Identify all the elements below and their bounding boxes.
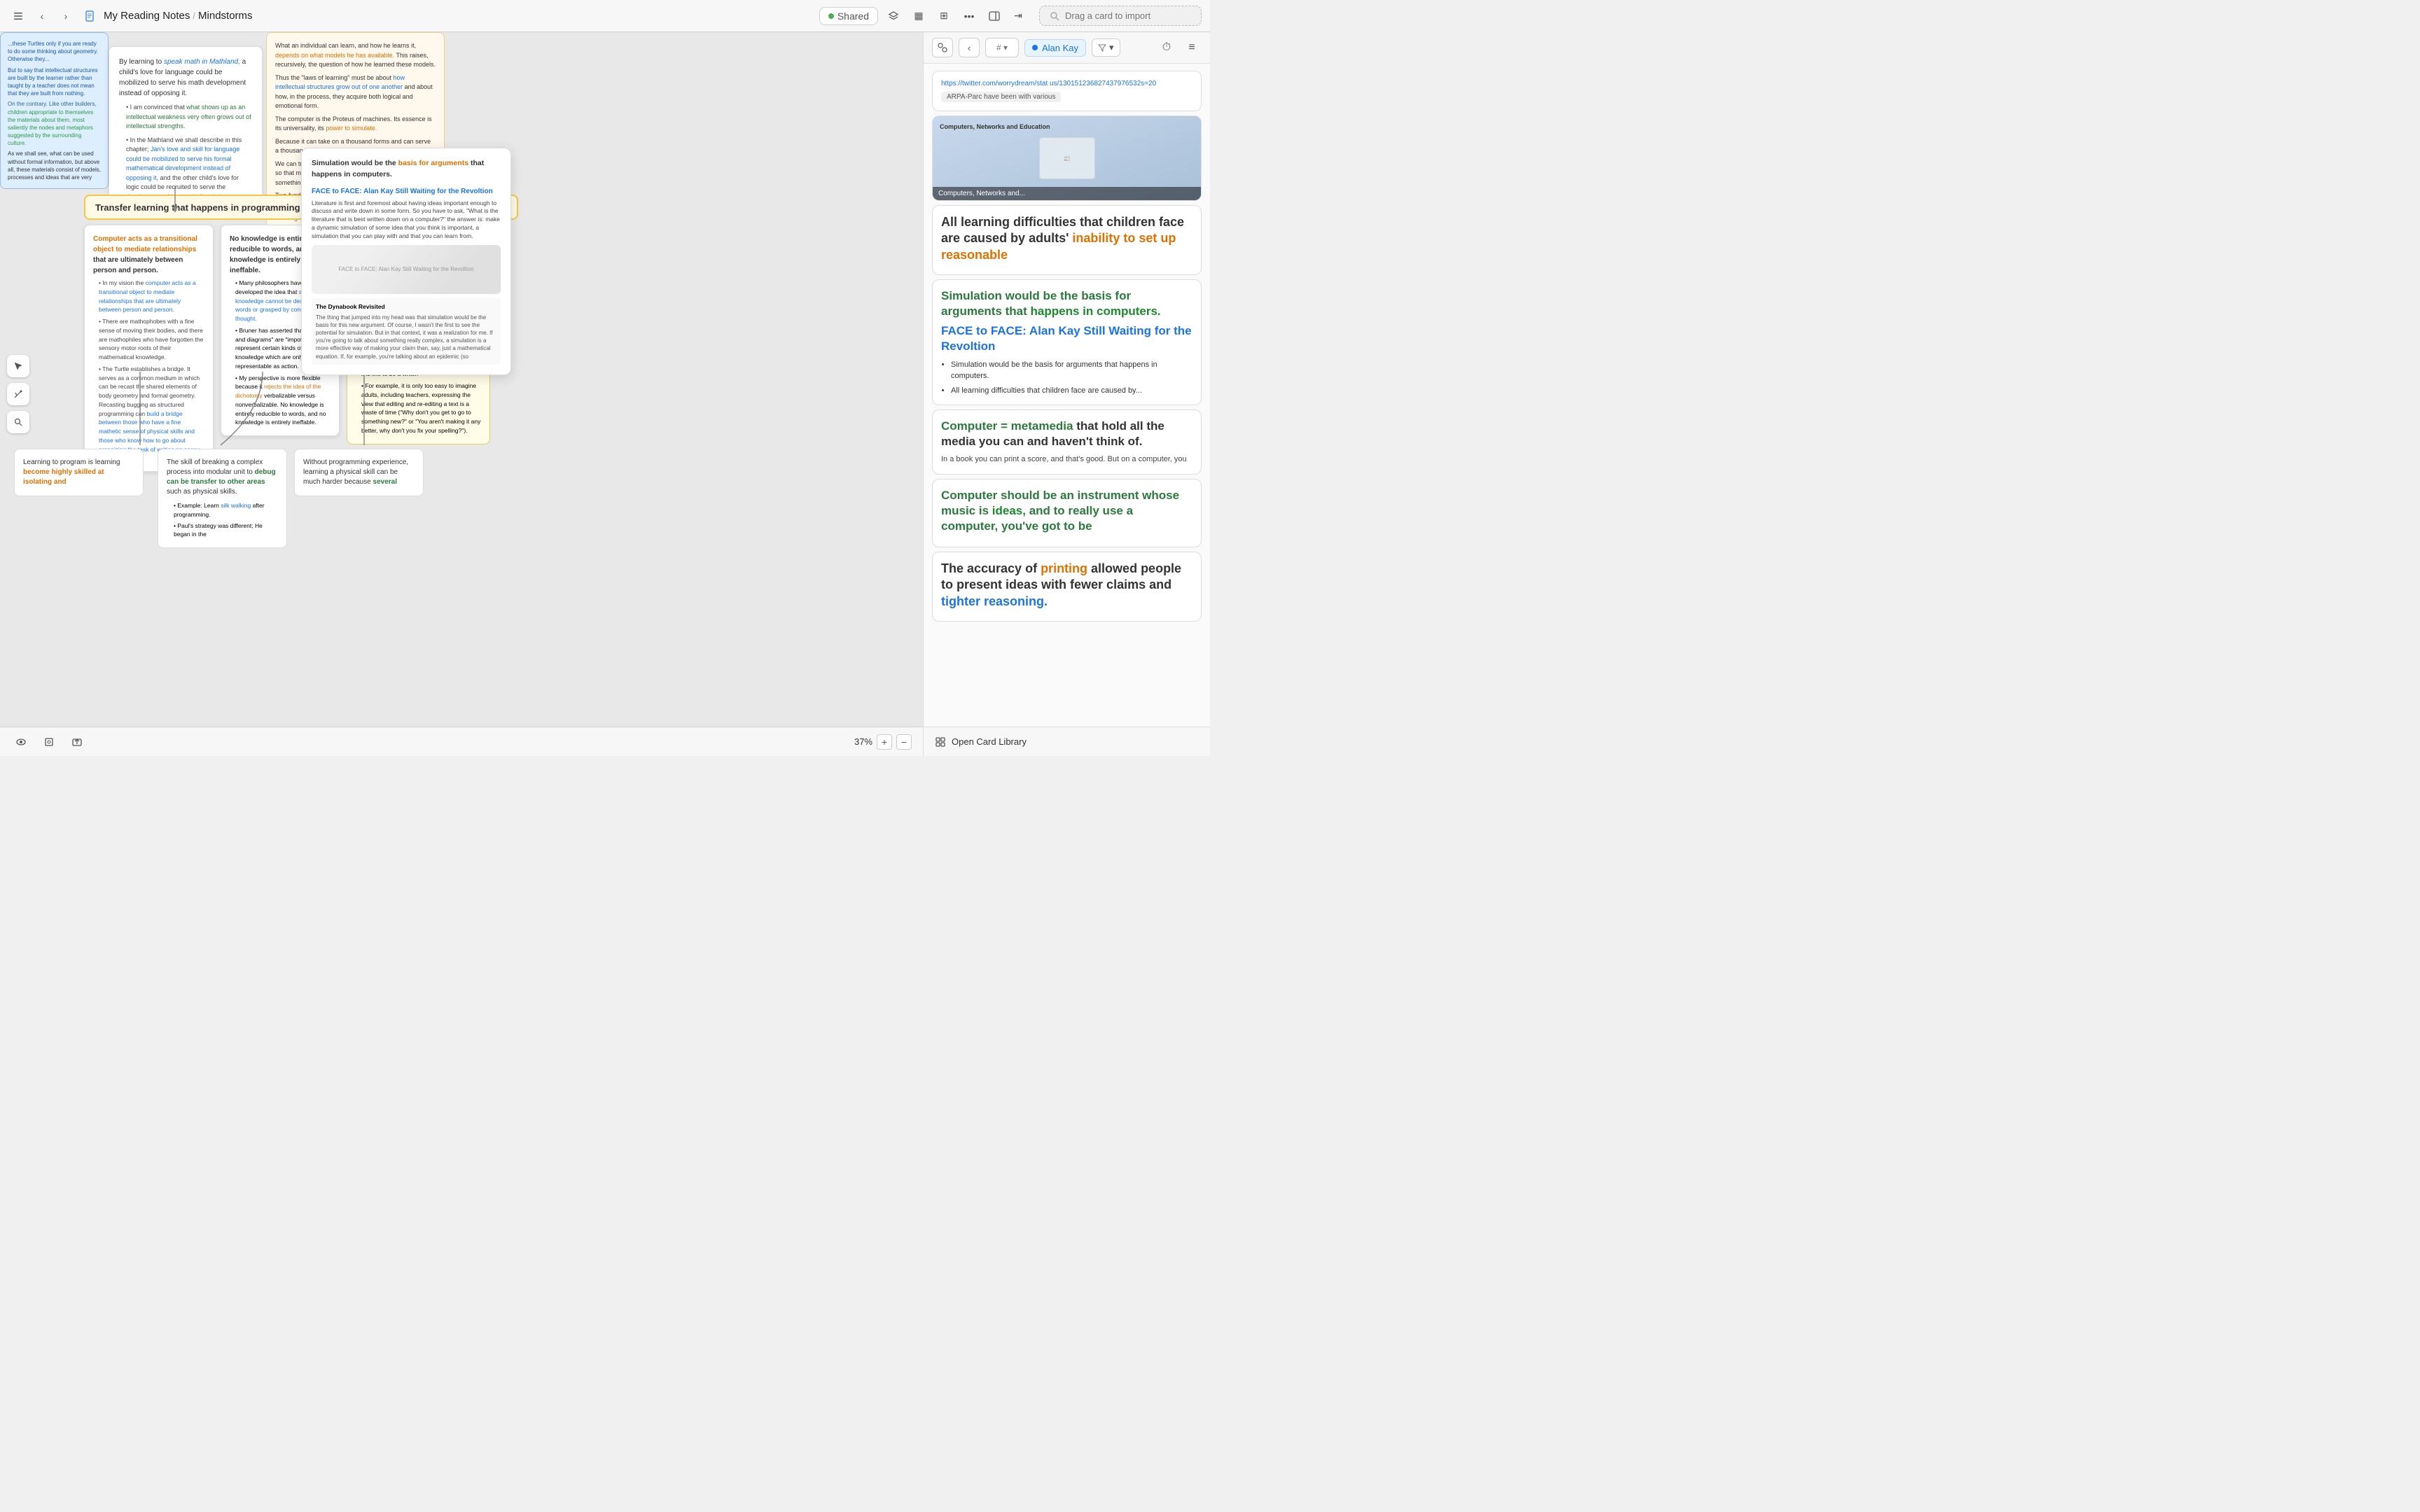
rp-back-btn[interactable]: ‹ [959,38,980,57]
shared-dot [828,13,834,19]
card-without-programming[interactable]: Without programming experience, learning… [294,449,424,496]
frame-tool-button[interactable] [39,732,59,752]
shared-label: Shared [837,10,869,22]
sidebar-toggle-button[interactable] [8,6,28,26]
card-learning-program[interactable]: Learning to program is learning become h… [14,449,144,496]
drag-import-input[interactable] [1065,10,1191,21]
right-panel: ‹ # ▾ Alan Kay ▾ ⏱ ≡ https://twitter.com… [923,32,1210,756]
open-card-library-label: Open Card Library [952,736,1027,747]
filter-label: ▾ [1109,42,1114,53]
rp-author-filter[interactable]: Alan Kay [1024,39,1086,57]
panel-simulation-card[interactable]: Simulation would be the basis for argume… [932,279,1202,405]
rp-clock-btn[interactable]: ⏱ [1157,38,1176,57]
book-title-overlay: Computers, Networks and... [933,187,1201,200]
rp-filter-icon-btn[interactable] [932,38,953,57]
top-bar-left: ‹ › My Reading Notes / Mindstorms [8,6,815,26]
share-tool-button[interactable] [67,732,87,752]
panel-highlight-learning[interactable]: All learning difficulties that children … [932,205,1202,275]
panel-footer[interactable]: Open Card Library [924,727,1210,756]
select-tool-button[interactable] [7,355,29,377]
forward-button[interactable]: › [56,6,76,26]
panel-accuracy-title: The accuracy of printing allowed people … [941,561,1192,610]
panel-computer-instrument[interactable]: Computer should be an instrument whose m… [932,479,1202,547]
card-computer-acts[interactable]: Computer acts as a transitional object t… [84,225,214,472]
top-bar-right: ⇥ [1008,6,1202,26]
author-dot [1032,45,1038,50]
panel-accuracy-printing[interactable]: The accuracy of printing allowed people … [932,552,1202,622]
calendar-button[interactable]: ▦ [909,6,929,26]
canvas-content: ...these Turtles only if you are ready t… [0,32,923,756]
zoom-in-button[interactable]: + [877,734,892,750]
canvas-bottom-bar: 37% + − [0,727,923,756]
sim-popup-title: Simulation would be the basis for argume… [312,158,501,181]
drag-import-area[interactable] [1039,6,1202,26]
search-tool-button[interactable] [7,411,29,433]
card-skill-break[interactable]: The skill of breaking a complex process … [158,449,287,548]
panel-computer-title: Computer = metamedia that hold all the m… [941,419,1192,449]
import-handle-button[interactable]: ⇥ [1008,6,1028,26]
more-options-button[interactable]: ••• [959,6,979,26]
left-tools [7,355,29,433]
panel-toggle-button[interactable] [985,6,1004,26]
card-blue-context[interactable]: ...these Turtles only if you are ready t… [0,32,109,189]
card-simulation-popup[interactable]: Simulation would be the basis for argume… [301,148,511,375]
sim-face-title: FACE to FACE: Alan Kay Still Waiting for… [312,186,501,197]
panel-face-title: FACE to FACE: Alan Kay Still Waiting for… [941,323,1192,354]
library-icon [935,736,946,748]
sim-dynbook-body: The thing that jumped into my head was t… [316,314,496,360]
canvas-area[interactable]: ...these Turtles only if you are ready t… [0,32,923,756]
panel-computer-metamedia[interactable]: Computer = metamedia that hold all the m… [932,410,1202,475]
panel-book-image: Computers, Networks and Education 📰 Comp… [933,116,1201,200]
panel-book-card[interactable]: Computers, Networks and Education 📰 Comp… [932,115,1202,201]
panel-simulation-title: Simulation would be the basis for argume… [941,288,1192,319]
sim-image-placeholder: FACE to FACE: Alan Kay Still Waiting for… [312,245,501,294]
back-button[interactable]: ‹ [32,6,52,26]
search-icon [1050,11,1059,21]
filter-icon [1098,43,1106,52]
main-layout: ...these Turtles only if you are ready t… [0,32,1210,756]
rp-hash-btn[interactable]: # ▾ [985,38,1019,57]
panel-computer-body: In a book you can print a score, and tha… [941,454,1192,465]
zoom-controls: 37% + − [854,734,912,750]
panel-scroll-content[interactable]: https://twitter.com/worrydream/stat us/1… [924,64,1210,756]
panel-learning-title: All learning difficulties that children … [941,214,1192,263]
right-panel-toolbar: ‹ # ▾ Alan Kay ▾ ⏱ ≡ [924,32,1210,64]
panel-simulation-bullets: Simulation would be the basis for argume… [941,359,1192,397]
panel-url-card[interactable]: https://twitter.com/worrydream/stat us/1… [932,71,1202,111]
grid-view-button[interactable]: ⊞ [934,6,954,26]
mathland-highlight: speak math in Mathland, [164,58,240,66]
breadcrumb-current: Mindstorms [198,10,253,22]
sim-face-body: Literature is first and foremost about h… [312,200,501,241]
rp-menu-btn[interactable]: ≡ [1182,38,1202,57]
author-name: Alan Kay [1042,43,1078,53]
panel-url-text: https://twitter.com/worrydream/stat us/1… [941,80,1192,88]
top-bar: ‹ › My Reading Notes / Mindstorms Shared [0,0,1210,32]
card-computer-acts-title: Computer acts as a transitional object t… [93,234,204,276]
card-mathland[interactable]: By learning to speak math in Mathland, a… [109,46,263,212]
panel-instrument-title: Computer should be an instrument whose m… [941,488,1192,534]
pen-tool-button[interactable] [7,383,29,405]
eye-tool-button[interactable] [11,732,31,752]
shared-badge[interactable]: Shared [819,7,878,25]
breadcrumb-title: My Reading Notes [104,10,190,22]
zoom-value: 37% [854,736,872,747]
zoom-out-button[interactable]: − [896,734,912,750]
layers-button[interactable] [884,6,903,26]
sim-dynbook-section: The Dynabook Revisited The thing that ju… [312,298,501,365]
breadcrumb: My Reading Notes / Mindstorms [104,10,253,22]
rp-filter-btn[interactable]: ▾ [1092,38,1120,57]
breadcrumb-separator: / [193,10,195,21]
card-blue-context-text: ...these Turtles only if you are ready t… [8,40,101,64]
top-bar-center: Shared ▦ ⊞ ••• [819,6,1004,26]
document-icon-button[interactable] [80,6,99,26]
panel-url-tag: ARPA-Parc have been with various [941,92,1061,102]
